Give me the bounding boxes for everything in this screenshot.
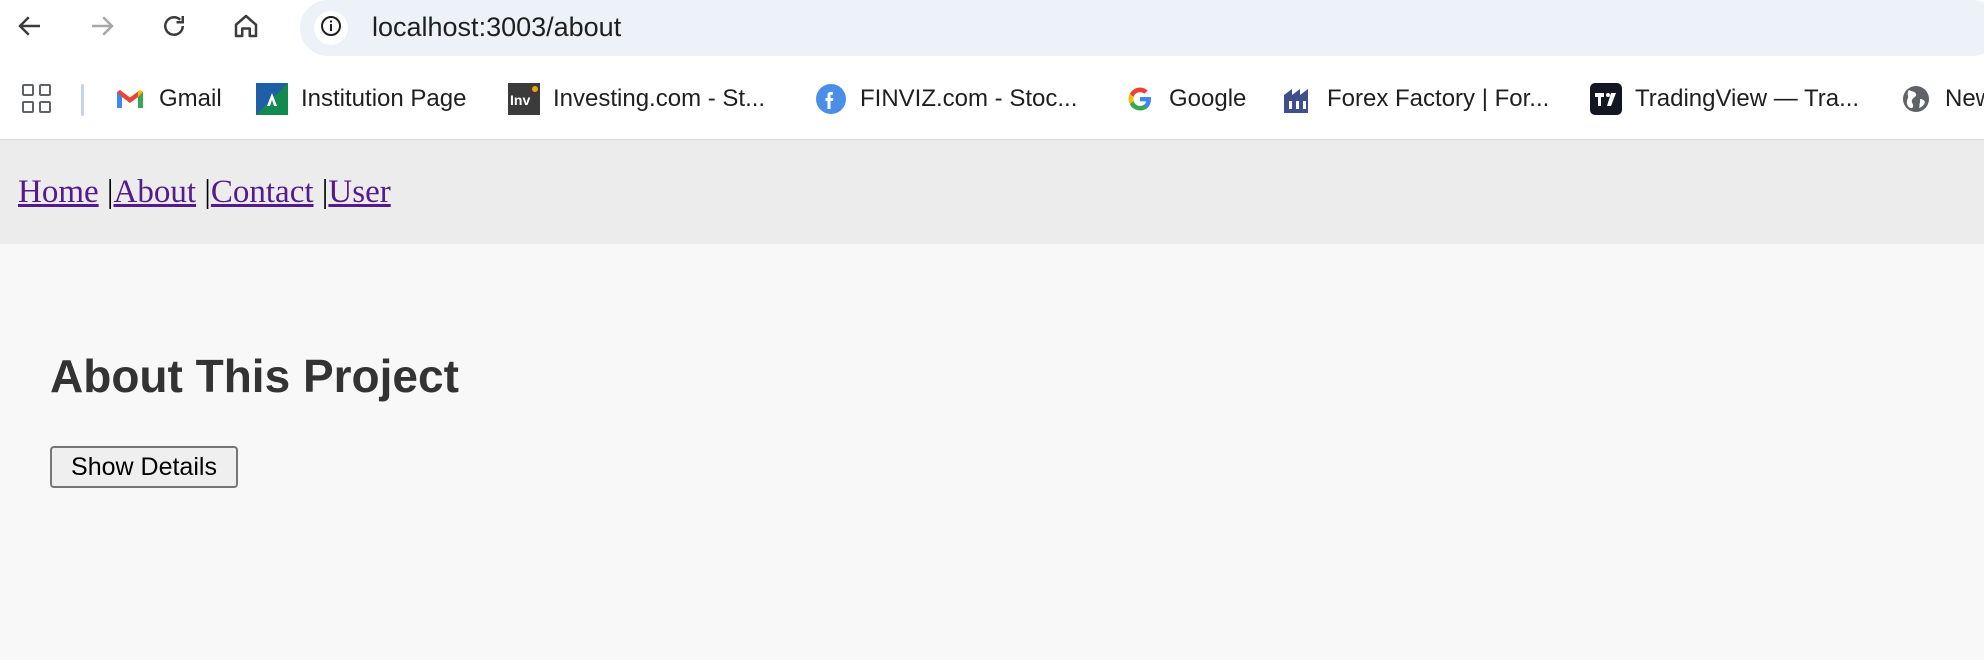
google-icon <box>1124 83 1156 115</box>
home-button[interactable] <box>226 8 266 48</box>
globe-icon <box>1900 83 1932 115</box>
tradingview-icon <box>1590 83 1622 115</box>
bookmark-label: Investing.com - St... <box>553 85 766 112</box>
bookmark-label: Gmail <box>159 85 222 112</box>
forward-button[interactable] <box>82 8 122 48</box>
arrow-right-icon <box>87 11 117 46</box>
bookmark-google[interactable]: Google <box>1124 78 1246 120</box>
address-bar[interactable]: localhost:3003/about <box>300 0 1984 56</box>
bookmark-label: FINVIZ.com - Stoc... <box>860 85 1078 112</box>
bookmark-label: Google <box>1169 85 1247 112</box>
bookmark-gmail[interactable]: Gmail <box>114 78 222 120</box>
arrow-left-icon <box>15 11 45 46</box>
finviz-icon <box>815 83 847 115</box>
main-content: About This Project Show Details <box>0 244 1984 660</box>
bookmark-new[interactable]: New <box>1900 78 1984 120</box>
nav-link-contact[interactable]: Contact <box>211 174 314 210</box>
browser-toolbar: localhost:3003/about <box>0 0 1984 56</box>
investing-icon: Inv <box>508 83 540 115</box>
reload-button[interactable] <box>154 8 194 48</box>
bookmark-institution-page[interactable]: Institution Page <box>256 78 466 120</box>
nav-separator: | <box>204 174 211 210</box>
bookmark-finviz[interactable]: FINVIZ.com - Stoc... <box>815 78 1077 120</box>
bookmarks-divider <box>81 84 84 116</box>
bookmark-tradingview[interactable]: TradingView — Tra... <box>1590 78 1859 120</box>
bookmark-investing[interactable]: Inv Investing.com - St... <box>508 78 765 120</box>
bookmark-label: TradingView — Tra... <box>1635 85 1860 112</box>
bookmark-forex-factory[interactable]: Forex Factory | For... <box>1282 78 1549 120</box>
nav-link-user[interactable]: User <box>328 174 390 210</box>
forex-factory-icon <box>1282 83 1314 115</box>
apps-grid-icon[interactable] <box>22 84 52 114</box>
page-title: About This Project <box>50 350 459 402</box>
info-icon <box>319 14 343 43</box>
bookmark-label: Institution Page <box>301 85 467 112</box>
site-info-button[interactable] <box>314 11 348 45</box>
nav-link-about[interactable]: About <box>114 174 197 210</box>
bookmarks-bar: Gmail Institution Page Inv Investing.com… <box>0 56 1984 140</box>
svg-text:Inv: Inv <box>510 92 530 108</box>
nav-separator: | <box>106 174 114 210</box>
reload-icon <box>159 11 189 46</box>
url-text[interactable]: localhost:3003/about <box>372 10 621 44</box>
home-icon <box>231 11 261 46</box>
bookmark-label: Forex Factory | For... <box>1327 85 1550 112</box>
nav-links: Home |About |Contact |User <box>18 172 391 212</box>
show-details-button[interactable]: Show Details <box>50 446 238 488</box>
back-button[interactable] <box>10 8 50 48</box>
bookmark-label: New <box>1945 85 1984 112</box>
institution-icon <box>256 83 288 115</box>
gmail-icon <box>114 83 146 115</box>
page-nav: Home |About |Contact |User <box>0 140 1984 244</box>
nav-link-home[interactable]: Home <box>18 174 99 210</box>
